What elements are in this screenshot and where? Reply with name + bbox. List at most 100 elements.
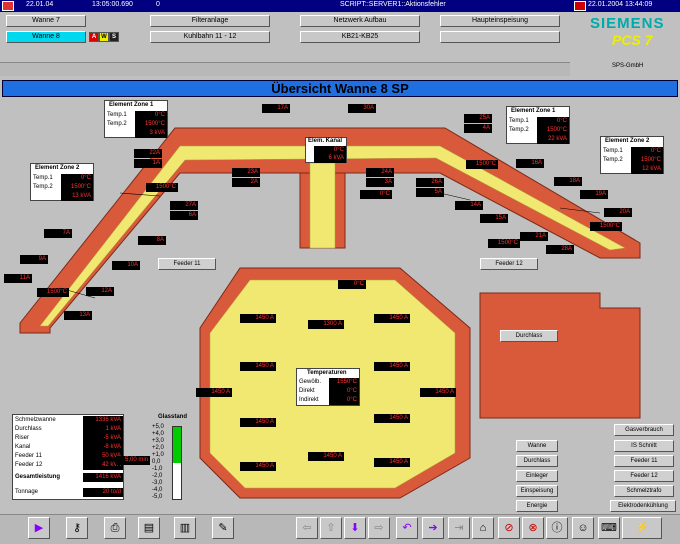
down-icon[interactable]: ⬇ bbox=[344, 517, 366, 539]
feeder-11-button[interactable]: Feeder 11 bbox=[158, 258, 216, 270]
lightning-icon[interactable]: ⚡ bbox=[622, 517, 662, 539]
temp-value: 0°C bbox=[360, 190, 392, 199]
elektrodenkuehlung-button[interactable]: Elektrodenkühlung bbox=[610, 500, 676, 512]
summary-panel: Schmelzwanne Durchlass Riser Kanal Feede… bbox=[12, 414, 124, 500]
legend-einspeisung[interactable]: Einspeisung bbox=[516, 485, 558, 497]
temp-value: 1550°C bbox=[329, 378, 359, 387]
tonnage-value: 20 to/d bbox=[83, 488, 123, 497]
back-icon[interactable]: ⇦ bbox=[296, 517, 318, 539]
summary-value: 1336 kVA bbox=[83, 416, 123, 425]
info-icon[interactable]: ⓘ bbox=[546, 517, 568, 539]
channel-value: 19A bbox=[580, 190, 608, 199]
summary-label: Feeder 11 bbox=[15, 453, 42, 459]
scale-tick: -5,0 bbox=[152, 494, 163, 500]
zone-t1-value: 0°C bbox=[631, 147, 663, 156]
total-label: Gesamtleistung bbox=[15, 474, 61, 480]
legend-energie[interactable]: Energie bbox=[516, 500, 558, 512]
alarm-icon[interactable] bbox=[2, 1, 14, 11]
summary-label: Feeder 12 bbox=[15, 462, 43, 468]
nav-haupteinspeisung[interactable]: Haupteinspeisung bbox=[440, 15, 560, 27]
user-icon[interactable]: ☺ bbox=[572, 517, 594, 539]
is-schnitt-button[interactable]: IS Schnitt bbox=[614, 440, 674, 452]
summary-label: Durchlass bbox=[15, 426, 42, 432]
nav-empty[interactable] bbox=[440, 31, 560, 43]
zone-title: Element Zone 2 bbox=[605, 138, 650, 144]
temp-value: 1500°C bbox=[146, 183, 178, 192]
scale-tick: -2,0 bbox=[152, 473, 163, 479]
nav-netzwerk[interactable]: Netzwerk Aufbau bbox=[300, 15, 420, 27]
flag-a: A bbox=[89, 32, 99, 42]
temp-value: 1500°C bbox=[37, 288, 69, 297]
channel-value: 4A bbox=[464, 124, 492, 133]
network-icon[interactable]: ⌂ bbox=[472, 517, 494, 539]
summary-value: -5 kVA bbox=[83, 434, 123, 443]
legend-durchlass[interactable]: Durchlass bbox=[516, 455, 558, 467]
zone-power-value: 13 kVA bbox=[61, 192, 93, 201]
channel-value: 3A bbox=[366, 178, 394, 187]
feeder-11-legend[interactable]: Feeder 11 bbox=[614, 455, 674, 467]
zone-t1-label: Temp.1 bbox=[603, 148, 623, 154]
zone-t1-value: 0°C bbox=[61, 174, 93, 183]
skip-icon[interactable]: ⇥ bbox=[448, 517, 470, 539]
channel-value: 15A bbox=[480, 214, 508, 223]
hex-value: 1450 A bbox=[240, 314, 276, 323]
key-icon[interactable]: ⚷ bbox=[66, 517, 88, 539]
summary-label: Schmelzwanne bbox=[15, 417, 56, 423]
product-name: PCS 7 bbox=[612, 32, 653, 48]
temp-label: Gewölb. bbox=[299, 379, 322, 385]
temperatures-title: Temperaturen bbox=[307, 370, 347, 376]
play-icon[interactable]: ▶ bbox=[28, 517, 50, 539]
keyboard-icon[interactable]: ⌨ bbox=[598, 517, 620, 539]
next-icon[interactable]: ➔ bbox=[422, 517, 444, 539]
scale-tick: -1,0 bbox=[152, 466, 163, 472]
forward-icon[interactable]: ⇨ bbox=[368, 517, 390, 539]
chart-icon[interactable]: ▥ bbox=[174, 517, 196, 539]
hex-value: 1450 A bbox=[374, 314, 410, 323]
zone-t1-label: Temp.1 bbox=[509, 118, 529, 124]
up-icon[interactable]: ⇧ bbox=[320, 517, 342, 539]
temp-value: 1500°C bbox=[466, 160, 498, 169]
temp-label: Indirekt bbox=[299, 397, 319, 403]
feeder-12-button[interactable]: Feeder 12 bbox=[480, 258, 538, 270]
nav-kb21[interactable]: KB21-KB25 bbox=[300, 31, 420, 43]
stop-icon[interactable]: ⊘ bbox=[498, 517, 520, 539]
channel-value: 11A bbox=[4, 274, 32, 283]
summary-label: Kanal bbox=[15, 444, 31, 450]
summary-value: -8 kVA bbox=[83, 443, 123, 452]
alarm-icon-right[interactable] bbox=[574, 1, 586, 11]
feeder-12-legend[interactable]: Feeder 12 bbox=[614, 470, 674, 482]
nav-kuhlbahn[interactable]: Kuhlbahn 11 - 12 bbox=[150, 31, 270, 43]
scale-tick: +3,0 bbox=[152, 438, 164, 444]
cancel-icon[interactable]: ⊗ bbox=[522, 517, 544, 539]
channel-value: 27A bbox=[170, 201, 198, 210]
durchlass-button[interactable]: Durchlass bbox=[500, 330, 558, 342]
siemens-logo: SIEMENS PCS 7 bbox=[590, 15, 678, 59]
glass-level-fill bbox=[173, 427, 181, 463]
schmelztrafo-button[interactable]: Schmelztrafo bbox=[614, 485, 674, 497]
temp-value: 0°C bbox=[329, 387, 359, 396]
legend-wanne[interactable]: Wanne bbox=[516, 440, 558, 452]
gasverbrauch-button[interactable]: Gasverbrauch bbox=[614, 424, 674, 436]
hex-value: 1300 A bbox=[308, 320, 344, 329]
report-icon[interactable]: ▤ bbox=[138, 517, 160, 539]
edit-icon[interactable]: ✎ bbox=[212, 517, 234, 539]
hex-value: 1450 A bbox=[240, 418, 276, 427]
glasstand-scale: +5,0 +4,0 +3,0 +2,0 +1,0 0,0 -1,0 -2,0 -… bbox=[152, 424, 192, 502]
status-count: 0 bbox=[156, 1, 160, 8]
hex-value: 1450 A bbox=[374, 414, 410, 423]
channel-value: 22A bbox=[134, 149, 162, 158]
zone-t2-value: 1500°C bbox=[61, 183, 93, 192]
nav-strip bbox=[0, 62, 570, 76]
hex-value: 1450 A bbox=[374, 362, 410, 371]
channel-value: 17A bbox=[262, 104, 290, 113]
nav-wanne-7[interactable]: Wanne 7 bbox=[6, 15, 86, 27]
legend-einleger[interactable]: Einleger bbox=[516, 470, 558, 482]
undo-icon[interactable]: ↶ bbox=[396, 517, 418, 539]
nav-filteranlage[interactable]: Filteranlage bbox=[150, 15, 270, 27]
hex-value: 1450 A bbox=[240, 362, 276, 371]
zone-power-value: 3 kVA bbox=[135, 129, 167, 138]
logo-text: SIEMENS bbox=[590, 15, 665, 32]
nav-wanne-8[interactable]: Wanne 8 bbox=[6, 31, 86, 43]
zone-t2-label: Temp.2 bbox=[509, 127, 529, 133]
print-icon[interactable]: ⎙ bbox=[104, 517, 126, 539]
